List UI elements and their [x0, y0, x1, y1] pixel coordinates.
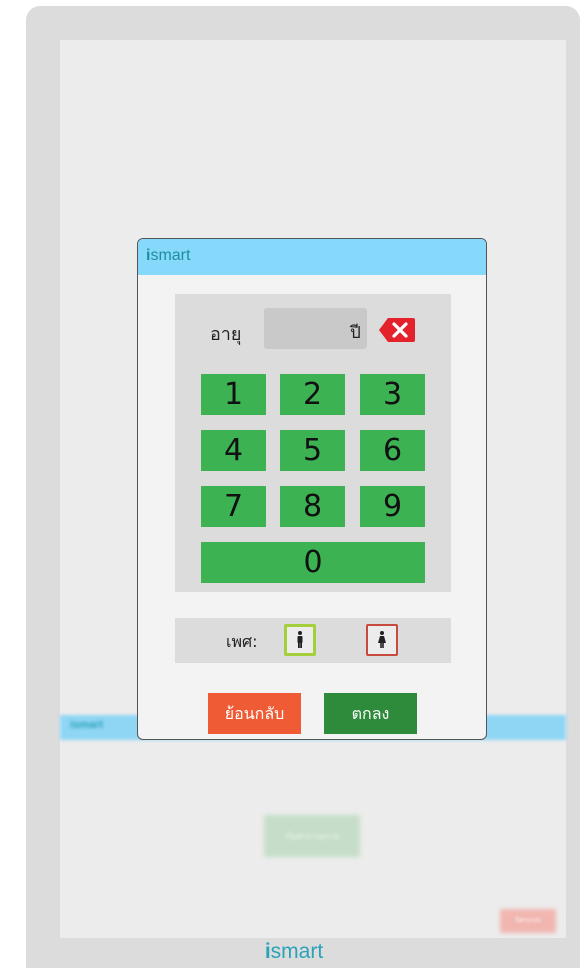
footer-logo: ismart — [0, 940, 588, 964]
ok-button[interactable]: ตกลง — [324, 693, 417, 734]
footer-logo-text: smart — [270, 940, 324, 963]
key-4[interactable]: 4 — [201, 430, 266, 471]
age-unit-label: ปี — [350, 323, 361, 343]
background-header-logo: ismart — [70, 719, 104, 731]
key-0[interactable]: 0 — [201, 542, 425, 583]
age-gender-dialog: ismart อายุ ปี 1 2 3 4 5 6 7 8 9 0 เพศ: — [137, 238, 487, 740]
key-8[interactable]: 8 — [280, 486, 345, 527]
dialog-logo-text: smart — [150, 247, 191, 264]
key-3[interactable]: 3 — [360, 374, 425, 415]
gender-label: เพศ: — [226, 632, 258, 651]
gender-male-button[interactable] — [284, 624, 316, 656]
gender-female-button[interactable] — [366, 624, 398, 656]
male-icon — [297, 631, 303, 648]
dialog-logo: ismart — [146, 247, 190, 265]
backspace-icon — [379, 318, 415, 342]
back-button[interactable]: ย้อนกลับ — [208, 693, 301, 734]
female-icon — [378, 631, 386, 648]
key-9[interactable]: 9 — [360, 486, 425, 527]
key-2[interactable]: 2 — [280, 374, 345, 415]
key-6[interactable]: 6 — [360, 430, 425, 471]
key-1[interactable]: 1 — [201, 374, 266, 415]
key-7[interactable]: 7 — [201, 486, 266, 527]
background-start-button-label: เริ่มทำการตรวจ — [284, 832, 340, 841]
age-label: อายุ — [210, 324, 242, 345]
background-close-button-label: ปิดระบบ — [515, 917, 541, 924]
key-5[interactable]: 5 — [280, 430, 345, 471]
dialog-header: ismart — [138, 239, 486, 275]
clear-button[interactable] — [378, 317, 416, 343]
